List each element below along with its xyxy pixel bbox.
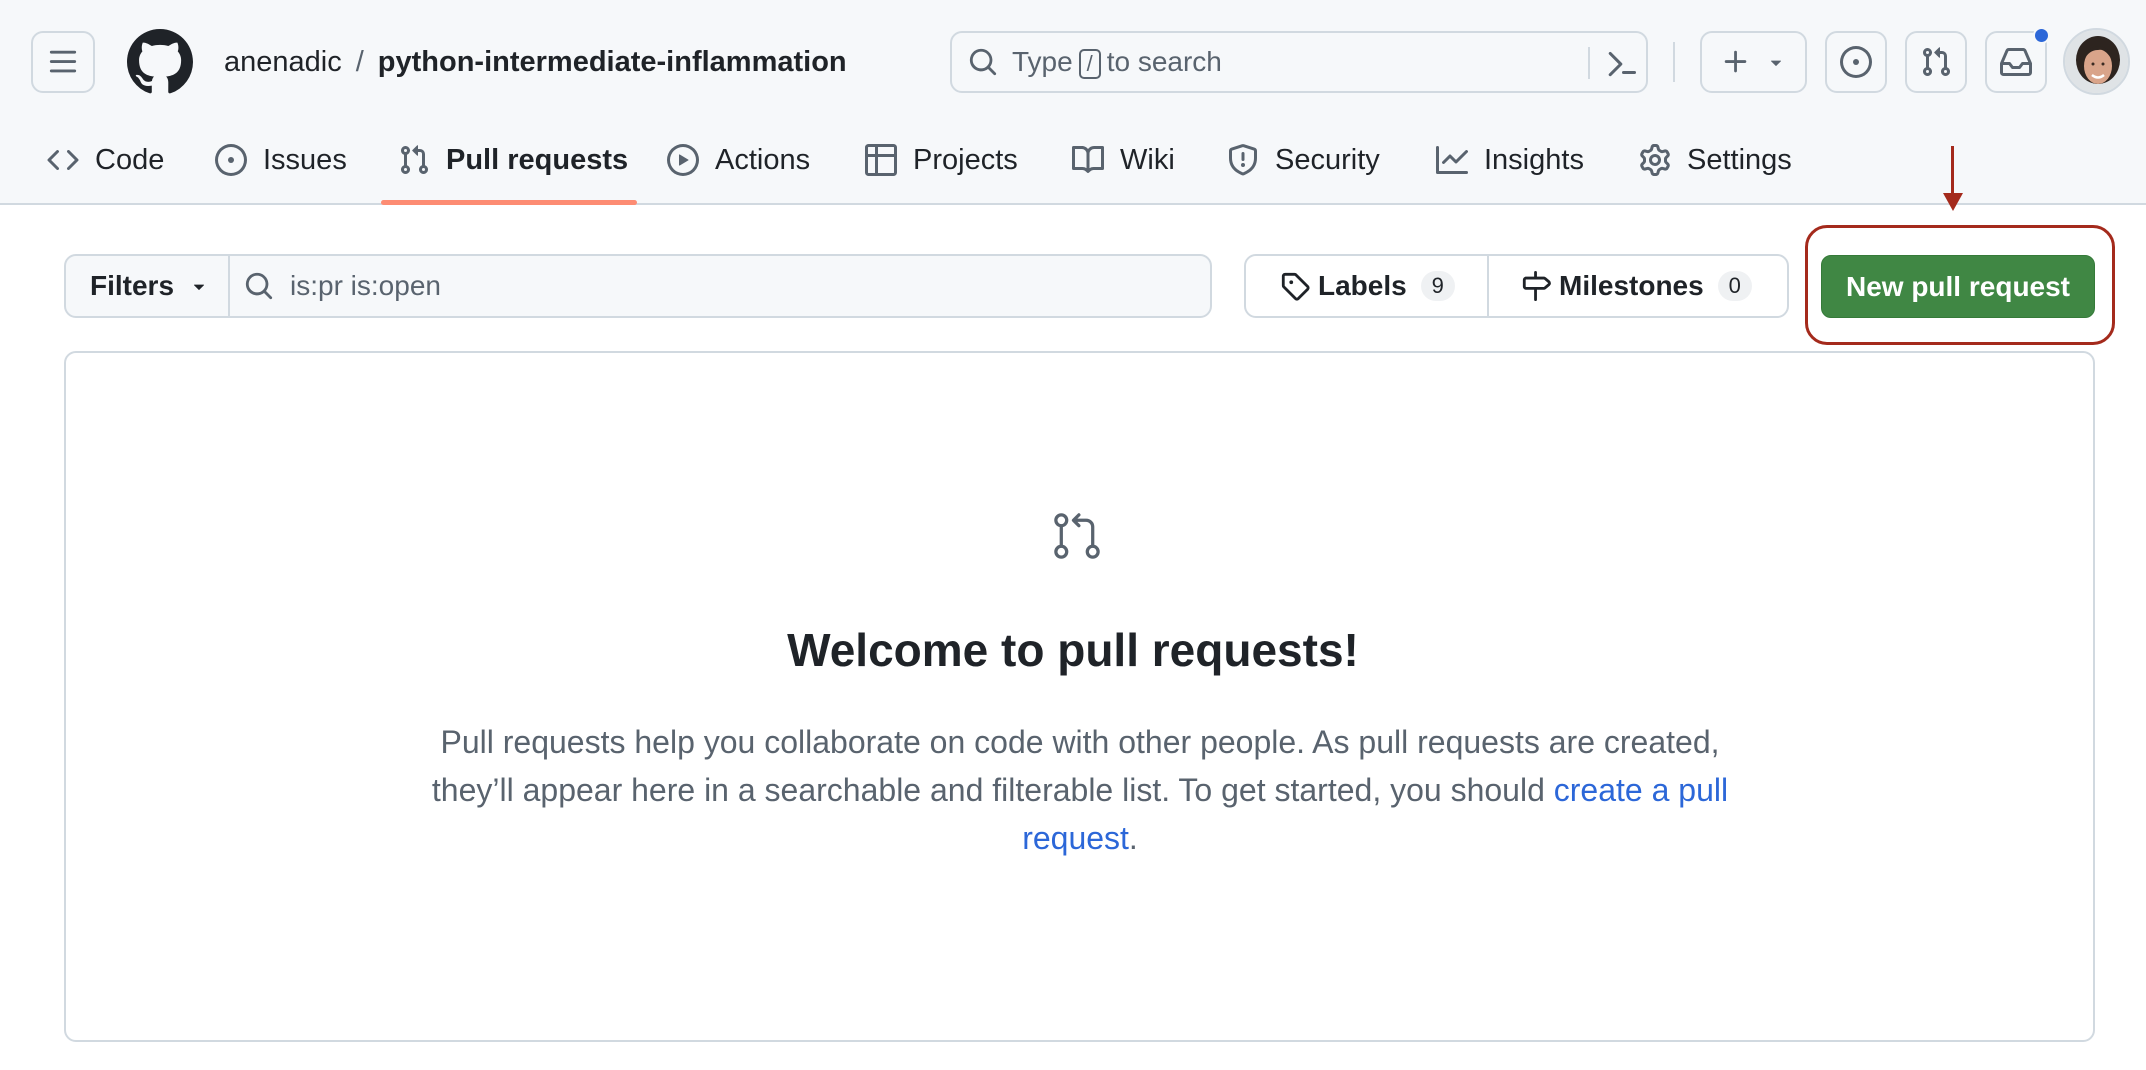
tag-icon xyxy=(1281,272,1310,301)
filter-search-input[interactable] xyxy=(290,270,1090,302)
labels-label: Labels xyxy=(1318,270,1407,301)
user-avatar[interactable] xyxy=(2063,28,2130,95)
tab-label: Actions xyxy=(715,143,811,176)
tab-label: Projects xyxy=(913,143,1018,176)
new-pull-request-button[interactable]: New pull request xyxy=(1821,255,2095,318)
labels-milestones-group: Labels 9 Milestones 0 xyxy=(1244,254,1789,318)
filters-label: Filters xyxy=(90,270,175,301)
unread-notification-dot xyxy=(2033,27,2050,44)
labels-count: 9 xyxy=(1420,271,1455,301)
empty-state-description: Pull requests help you collaborate on co… xyxy=(431,724,1729,856)
tab-code[interactable]: Code xyxy=(47,130,164,190)
gear-icon xyxy=(1640,144,1670,176)
inbox-icon xyxy=(2000,48,2032,76)
filter-search-field[interactable] xyxy=(230,256,1210,316)
command-palette-icon[interactable] xyxy=(1606,48,1638,80)
tab-insights[interactable]: Insights xyxy=(1436,130,1584,190)
labels-button[interactable]: Labels 9 xyxy=(1246,256,1489,316)
header-divider xyxy=(1673,42,1675,82)
slash-key-hint: / xyxy=(1078,48,1101,79)
milestones-label: Milestones xyxy=(1559,270,1704,301)
create-new-button[interactable] xyxy=(1700,31,1807,93)
three-bars-icon xyxy=(49,50,77,73)
filters-dropdown-button[interactable]: Filters xyxy=(66,256,230,316)
graph-icon xyxy=(1436,146,1468,174)
search-icon xyxy=(969,48,997,76)
active-tab-indicator xyxy=(381,200,637,205)
tab-settings[interactable]: Settings xyxy=(1639,130,1792,190)
table-icon xyxy=(865,144,897,176)
code-icon xyxy=(47,149,79,171)
breadcrumb-separator: / xyxy=(355,46,364,78)
tab-issues[interactable]: Issues xyxy=(215,130,347,190)
search-icon xyxy=(245,272,273,300)
your-issues-button[interactable] xyxy=(1825,31,1887,93)
github-mark-icon xyxy=(126,29,193,94)
plus-icon xyxy=(1724,50,1746,73)
pull-requests-empty-state xyxy=(64,351,2095,1042)
global-search-input[interactable]: Type / to search xyxy=(950,31,1648,93)
your-pull-requests-button[interactable] xyxy=(1905,31,1967,93)
open-global-navigation-button[interactable] xyxy=(31,31,95,93)
book-icon xyxy=(1072,145,1104,173)
tab-label: Security xyxy=(1275,143,1380,176)
play-icon xyxy=(667,144,699,176)
tab-label: Settings xyxy=(1687,143,1792,176)
triangle-down-icon xyxy=(194,284,205,290)
repo-name-link[interactable]: python-intermediate-inflammation xyxy=(378,46,847,78)
tab-projects[interactable]: Projects xyxy=(865,130,1018,190)
git-pull-request-icon xyxy=(1054,513,1100,559)
tab-security[interactable]: Security xyxy=(1227,130,1380,190)
empty-state-title: Welcome to pull requests! xyxy=(787,624,1359,676)
issue-opened-icon xyxy=(1840,46,1872,78)
github-home-link[interactable] xyxy=(126,29,193,95)
repo-breadcrumb: anenadic / python-intermediate-inflammatio… xyxy=(224,40,847,84)
search-divider xyxy=(1588,47,1590,79)
tab-label: Issues xyxy=(263,143,347,176)
filter-bar: Filters xyxy=(64,254,1212,318)
issue-opened-icon xyxy=(215,144,247,176)
triangle-down-icon xyxy=(1770,60,1781,66)
tab-wiki[interactable]: Wiki xyxy=(1072,130,1175,190)
milestones-button[interactable]: Milestones 0 xyxy=(1489,256,1787,316)
git-pull-request-icon xyxy=(400,145,429,175)
annotation-arrow xyxy=(1951,146,1954,196)
tab-label: Insights xyxy=(1484,143,1584,176)
git-pull-request-icon xyxy=(1922,47,1951,77)
search-placeholder: Type / to search xyxy=(1012,45,1222,79)
tab-label: Wiki xyxy=(1120,143,1175,176)
tab-label: Code xyxy=(95,143,165,176)
milestone-icon xyxy=(1522,271,1551,301)
tab-label: Pull requests xyxy=(446,143,629,176)
tab-pull-requests[interactable]: Pull requests xyxy=(398,130,628,190)
annotation-arrow-head xyxy=(1943,193,1963,211)
tab-actions[interactable]: Actions xyxy=(667,130,810,190)
shield-icon xyxy=(1229,144,1257,176)
repo-owner-link[interactable]: anenadic xyxy=(224,46,342,78)
milestones-count: 0 xyxy=(1717,271,1752,301)
